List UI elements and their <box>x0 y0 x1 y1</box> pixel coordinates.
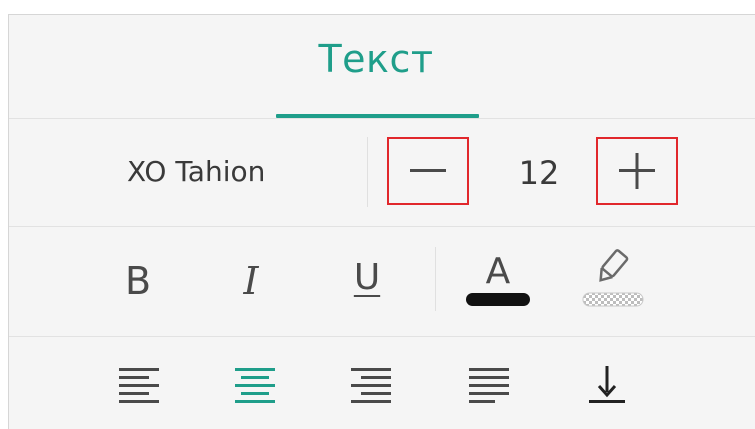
highlight-button[interactable] <box>577 247 649 311</box>
underline-button[interactable]: U <box>335 247 399 307</box>
align-left-icon <box>119 368 159 403</box>
bold-icon: B <box>124 259 152 303</box>
highlighter-icon <box>582 249 644 307</box>
decrease-font-size-button[interactable] <box>387 137 469 205</box>
divider <box>9 336 755 337</box>
underline-icon: U <box>353 256 381 298</box>
align-right-icon <box>351 368 391 403</box>
text-color-button[interactable]: A <box>463 247 533 311</box>
italic-icon: I <box>243 259 259 303</box>
align-right-button[interactable] <box>347 359 395 409</box>
svg-text:A: A <box>486 251 511 292</box>
align-bottom-button[interactable] <box>583 359 631 409</box>
divider <box>435 247 436 311</box>
text-color-icon: A <box>466 251 530 306</box>
text-format-panel: Текст XO Tahion 12 B I U A <box>8 14 755 429</box>
align-justify-button[interactable] <box>465 359 513 409</box>
tab-text[interactable]: Текст <box>276 37 476 81</box>
minus-icon <box>410 169 446 172</box>
font-family-selector[interactable]: XO Tahion <box>127 155 265 188</box>
divider <box>9 226 755 227</box>
plus-icon <box>619 153 655 189</box>
align-center-icon <box>235 368 275 403</box>
divider <box>367 137 368 207</box>
font-size-value: 12 <box>518 154 560 192</box>
italic-button[interactable]: I <box>219 251 283 311</box>
bold-button[interactable]: B <box>106 251 170 311</box>
align-justify-icon <box>469 368 509 403</box>
divider <box>9 118 755 119</box>
align-bottom-icon <box>589 366 625 403</box>
increase-font-size-button[interactable] <box>596 137 678 205</box>
align-left-button[interactable] <box>115 359 163 409</box>
align-center-button[interactable] <box>231 359 279 409</box>
